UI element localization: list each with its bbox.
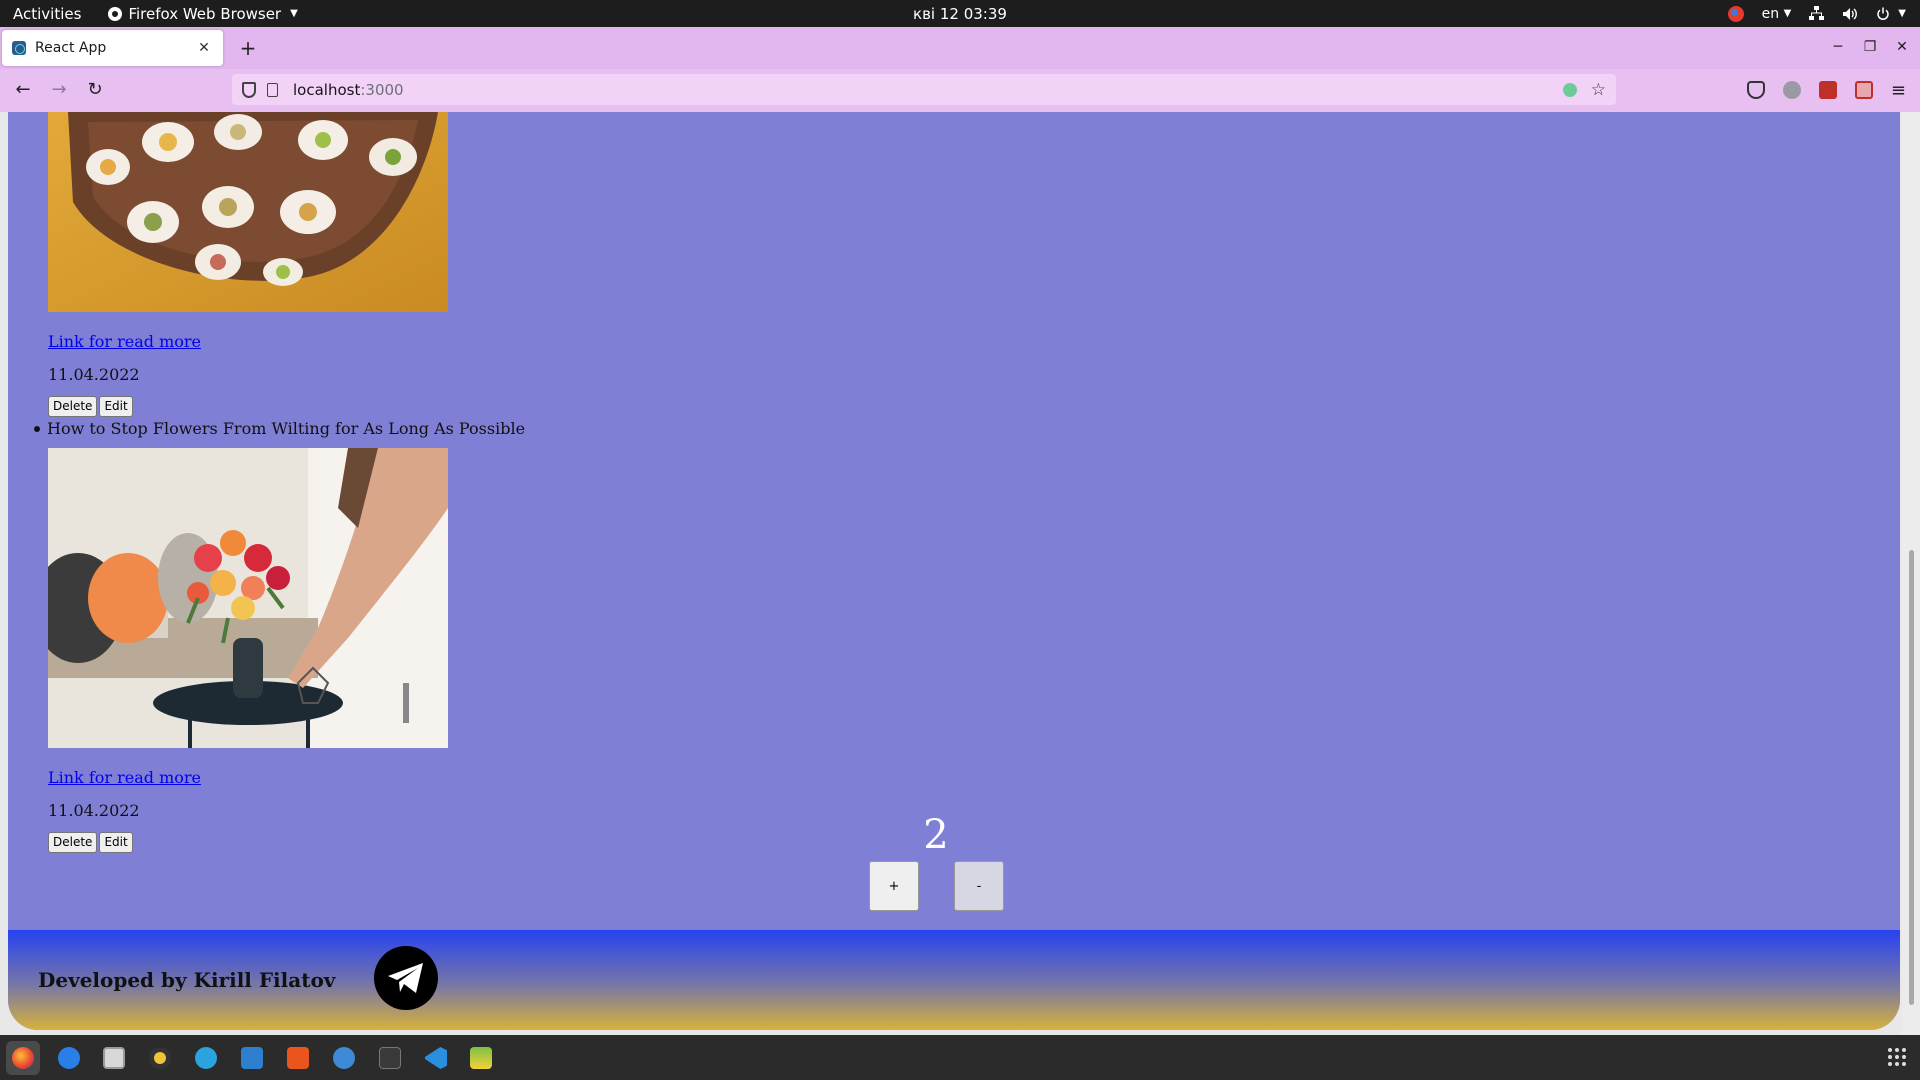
language-indicator[interactable]: en ▼ — [1762, 6, 1792, 22]
network-icon[interactable] — [1809, 6, 1825, 21]
post-title-item: How to Stop Flowers From Wilting for As … — [34, 419, 525, 438]
system-top-bar: Activities Firefox Web Browser ▼ кві 12 … — [0, 0, 1920, 27]
chevron-down-icon: ▼ — [1898, 8, 1906, 19]
dock-image-viewer[interactable] — [464, 1041, 498, 1075]
telegram-icon[interactable] — [374, 946, 438, 1010]
read-more-link[interactable]: Link for read more — [48, 768, 448, 787]
forward-button[interactable]: → — [44, 75, 74, 105]
edit-button[interactable]: Edit — [99, 832, 133, 853]
close-icon[interactable]: ✕ — [195, 40, 213, 56]
decrement-button[interactable]: - — [954, 861, 1004, 911]
bookmark-star-icon[interactable]: ☆ — [1591, 80, 1606, 100]
new-tab-button[interactable]: + — [234, 34, 262, 62]
help-icon — [333, 1047, 355, 1069]
restore-icon[interactable]: ❐ — [1858, 35, 1882, 59]
minimize-icon[interactable]: ─ — [1826, 35, 1850, 59]
post-date: 11.04.2022 — [48, 801, 140, 820]
extension-page-icon[interactable] — [1562, 82, 1577, 97]
files-icon — [103, 1047, 125, 1069]
post-image-flowers — [48, 448, 448, 748]
hamburger-menu-icon[interactable]: ≡ — [1891, 80, 1906, 101]
notification-badge-icon[interactable] — [1727, 5, 1744, 22]
pocket-icon[interactable] — [1746, 81, 1765, 99]
scrollbar-thumb[interactable] — [1909, 550, 1914, 1005]
firefox-icon — [12, 1047, 34, 1069]
url-bar[interactable]: localhost :3000 ☆ — [232, 74, 1616, 105]
dock-telegram[interactable] — [189, 1041, 223, 1075]
dock — [0, 1035, 1920, 1080]
post-card: Link for read more 11.04.2022 Delete Edi… — [48, 112, 448, 417]
dock-software[interactable] — [281, 1041, 315, 1075]
telegram-icon — [195, 1047, 217, 1069]
react-favicon-icon — [12, 41, 26, 55]
volume-icon[interactable] — [1842, 7, 1858, 21]
back-button[interactable]: ← — [8, 75, 38, 105]
vscode-icon — [425, 1047, 447, 1069]
rhythmbox-icon — [149, 1047, 171, 1069]
dock-rhythmbox[interactable] — [143, 1041, 177, 1075]
dock-firefox[interactable] — [6, 1041, 40, 1075]
app-menu-label: Firefox Web Browser — [128, 4, 282, 23]
page-scrollbar[interactable] — [1902, 112, 1920, 1035]
terminal-icon — [379, 1047, 401, 1069]
chevron-down-icon: ▼ — [290, 8, 298, 19]
software-icon — [287, 1047, 309, 1069]
bullet-icon — [34, 425, 40, 432]
reload-button[interactable]: ↻ — [80, 75, 110, 105]
footer-credit: Developed by Kirill Filatov — [38, 968, 336, 992]
firefox-icon — [108, 6, 123, 21]
thunderbird-icon — [58, 1047, 80, 1069]
url-port: :3000 — [360, 80, 404, 99]
delete-button[interactable]: Delete — [48, 396, 98, 417]
tab-title: React App — [35, 40, 107, 56]
extension-cookie-icon[interactable] — [1854, 81, 1873, 99]
clock[interactable]: кві 12 03:39 — [913, 5, 1007, 23]
dock-vscode[interactable] — [419, 1041, 453, 1075]
increment-button[interactable]: + — [869, 861, 919, 911]
activities-button[interactable]: Activities — [13, 5, 81, 23]
post-image-food-platter — [48, 112, 448, 312]
app-root: Link for read more 11.04.2022 Delete Edi… — [8, 112, 1900, 1030]
navigation-toolbar: ← → ↻ localhost :3000 ☆ ≡ — [0, 69, 1920, 110]
dock-thunderbird[interactable] — [52, 1041, 86, 1075]
dock-writer[interactable] — [235, 1041, 269, 1075]
adblock-icon[interactable] — [1782, 81, 1801, 99]
post-card: Link for read more 11.04.2022 Delete Edi… — [48, 448, 448, 853]
app-menu[interactable]: Firefox Web Browser ▼ — [108, 4, 298, 23]
read-more-link[interactable]: Link for read more — [48, 332, 448, 351]
tab-strip: React App ✕ + ─ ❐ ✕ — [0, 27, 1920, 69]
extension-red-icon[interactable] — [1818, 81, 1837, 99]
tracking-protection-shield-icon[interactable] — [242, 81, 256, 98]
url-host: localhost — [293, 80, 361, 99]
dock-help[interactable] — [327, 1041, 361, 1075]
page-viewport: Link for read more 11.04.2022 Delete Edi… — [0, 112, 1920, 1035]
language-label: en — [1761, 5, 1780, 22]
counter-value: 2 — [923, 812, 949, 858]
delete-button[interactable]: Delete — [48, 832, 98, 853]
chevron-down-icon: ▼ — [1783, 8, 1792, 19]
post-date: 11.04.2022 — [48, 365, 140, 384]
tab-react-app[interactable]: React App ✕ — [2, 30, 223, 66]
image-viewer-icon — [470, 1047, 492, 1069]
edit-button[interactable]: Edit — [99, 396, 133, 417]
post-title: How to Stop Flowers From Wilting for As … — [47, 419, 526, 438]
show-applications-icon[interactable] — [1888, 1048, 1906, 1066]
footer: Developed by Kirill Filatov — [8, 930, 1900, 1030]
dock-files[interactable] — [97, 1041, 131, 1075]
window-close-icon[interactable]: ✕ — [1890, 35, 1914, 59]
dock-terminal[interactable] — [373, 1041, 407, 1075]
page-info-icon[interactable] — [267, 82, 278, 97]
power-icon[interactable]: ▼ — [1876, 7, 1906, 21]
writer-icon — [241, 1047, 263, 1069]
